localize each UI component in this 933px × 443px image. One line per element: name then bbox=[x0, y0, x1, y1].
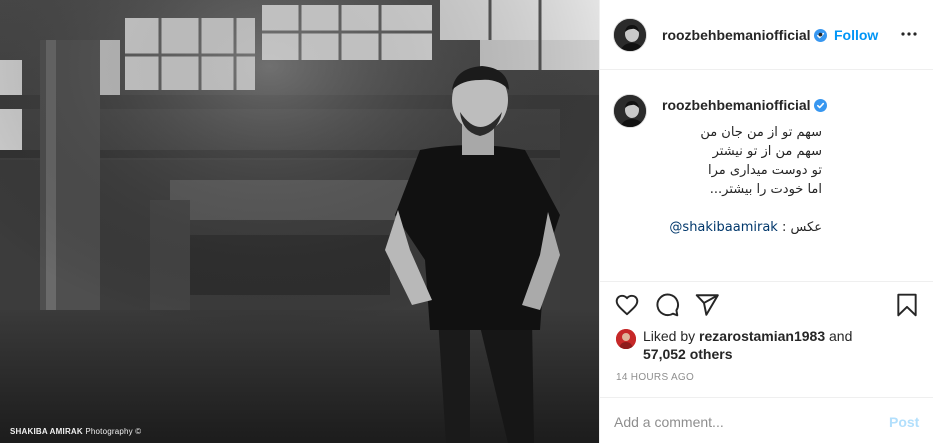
likes-and: and bbox=[825, 328, 853, 344]
post-caption: roozbehbemaniofficial سهم تو از من جان م… bbox=[600, 71, 933, 283]
caption-text: سهم تو از من جان من سهم من از تو نیشتر ت… bbox=[662, 123, 822, 237]
caption-photo-credit: عکس : @shakibaamirak bbox=[669, 220, 822, 235]
post-header: roozbehbemaniofficial • Follow bbox=[600, 0, 933, 70]
post-photo[interactable]: SHAKIBA AMIRAK Photography © bbox=[0, 0, 599, 443]
author-avatar[interactable] bbox=[613, 18, 647, 52]
actions-divider bbox=[600, 281, 933, 282]
comment-divider bbox=[600, 397, 933, 398]
post-photo-image bbox=[0, 0, 599, 443]
save-button[interactable] bbox=[894, 292, 920, 318]
caption-author-username[interactable]: roozbehbemaniofficial bbox=[662, 97, 827, 113]
mention-link[interactable]: @shakibaamirak bbox=[669, 220, 777, 235]
caption-author-avatar[interactable] bbox=[613, 94, 647, 128]
bookmark-icon bbox=[897, 293, 917, 317]
comment-input[interactable] bbox=[614, 412, 864, 432]
verified-badge-icon bbox=[813, 99, 827, 112]
like-button[interactable] bbox=[614, 292, 640, 318]
liker-avatar[interactable] bbox=[616, 329, 636, 349]
liker-username[interactable]: rezarostamian1983 bbox=[699, 328, 825, 344]
comment-icon bbox=[656, 293, 679, 317]
caption-line: اما خودت را بیشتر... bbox=[709, 182, 822, 197]
post-timestamp[interactable]: 14 HOURS AGO bbox=[616, 372, 694, 383]
post-comment-button[interactable]: Post bbox=[889, 414, 919, 430]
more-options-icon[interactable] bbox=[897, 22, 921, 46]
header-separator: • bbox=[818, 26, 823, 42]
photo-credit-watermark: SHAKIBA AMIRAK Photography © bbox=[10, 427, 142, 436]
caption-line: سهم من از تو نیشتر bbox=[712, 144, 822, 159]
share-button[interactable] bbox=[694, 292, 720, 318]
comment-button[interactable] bbox=[654, 292, 680, 318]
post-sidebar: roozbehbemaniofficial • Follow roozbehbe… bbox=[600, 0, 933, 443]
caption-line: تو دوست میداری مرا bbox=[708, 163, 822, 178]
likes-count-link[interactable]: 57,052 others bbox=[643, 346, 733, 362]
caption-line: سهم تو از من جان من bbox=[700, 125, 822, 140]
author-username[interactable]: roozbehbemaniofficial bbox=[662, 27, 827, 43]
follow-button[interactable]: Follow bbox=[834, 27, 878, 43]
share-icon bbox=[695, 294, 719, 316]
likes-prefix: Liked by bbox=[643, 328, 700, 344]
heart-icon bbox=[615, 294, 639, 316]
